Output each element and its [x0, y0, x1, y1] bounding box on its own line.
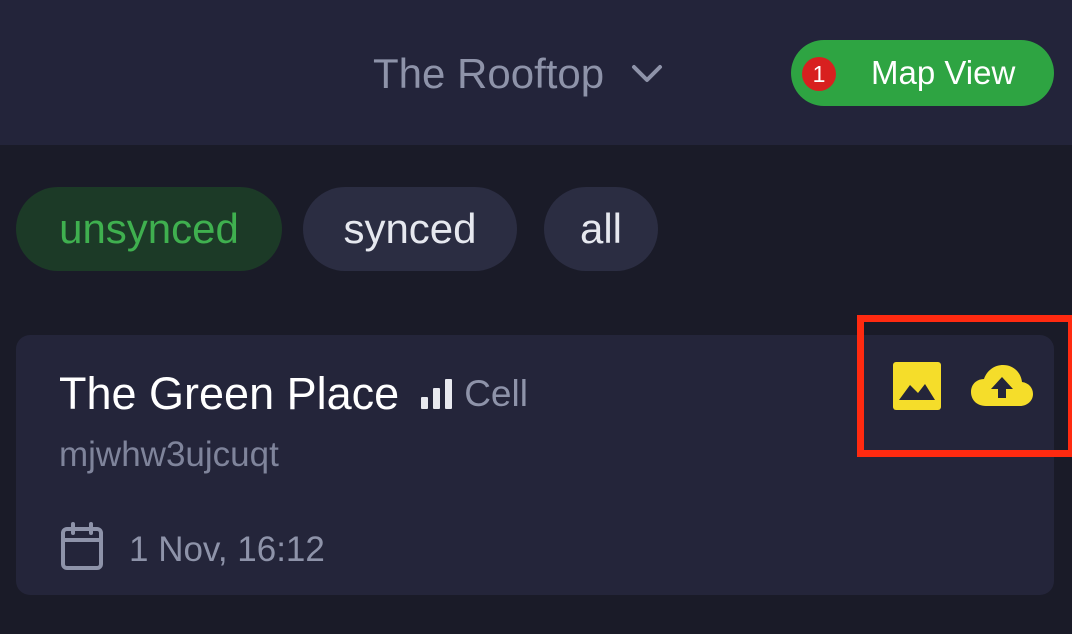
filter-chip-synced[interactable]: synced [303, 187, 517, 271]
card-title-row: The Green Place Cell [59, 368, 528, 420]
notification-badge: 1 [802, 57, 836, 91]
date-row: 1 Nov, 16:12 [59, 522, 325, 577]
location-selector[interactable]: The Rooftop [373, 46, 664, 102]
top-bar: The Rooftop 1 Map View [0, 0, 1072, 145]
highlight-box [857, 315, 1072, 457]
filter-chip-all[interactable]: all [544, 187, 658, 271]
filter-chip-label: all [579, 205, 623, 252]
filter-chip-label: unsynced [59, 205, 239, 252]
map-view-button[interactable]: 1 Map View [791, 40, 1054, 106]
filter-chip-unsynced[interactable]: unsynced [16, 187, 282, 271]
location-name: The Rooftop [373, 50, 605, 97]
calendar-icon [59, 522, 105, 577]
filter-chip-label: synced [343, 205, 477, 252]
map-view-label: Map View [871, 54, 1016, 91]
date-label: 1 Nov, 16:12 [129, 529, 325, 569]
chevron-down-icon [630, 63, 664, 85]
card-title: The Green Place [59, 368, 400, 419]
signal-type-label: Cell [464, 373, 528, 414]
geohash-label: mjwhw3ujcuqt [59, 435, 279, 474]
signal-bars-icon [421, 379, 453, 409]
